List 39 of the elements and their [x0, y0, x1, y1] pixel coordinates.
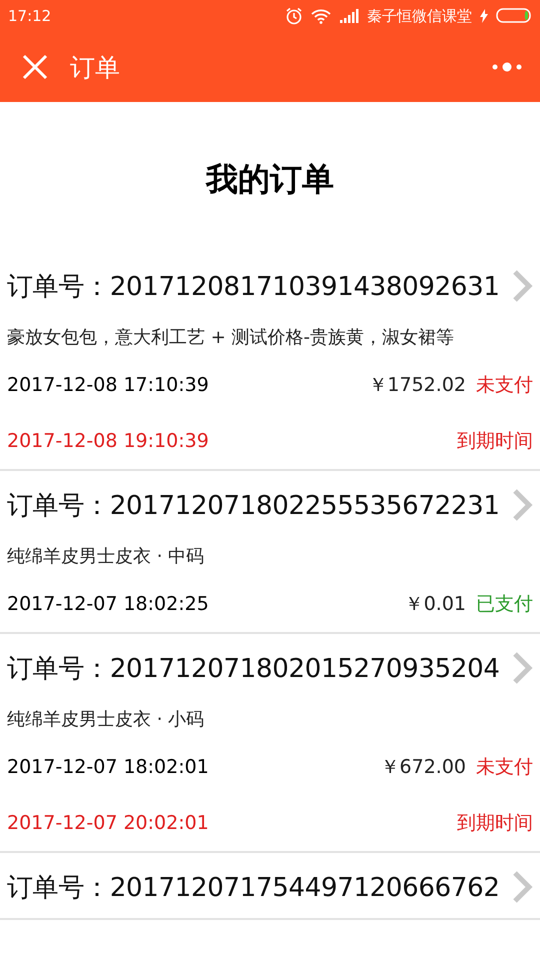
close-icon[interactable] [22, 54, 48, 80]
page-title: 我的订单 [204, 159, 335, 200]
deadline-label: 到期时间 [457, 429, 533, 454]
chevron-right-icon [511, 870, 533, 904]
wifi-icon [311, 8, 331, 24]
order-number-row[interactable]: 订单号：201712071754497120666762 [7, 856, 533, 918]
order-number: 订单号：201712081710391438092631 [7, 270, 500, 304]
order-price: ￥672.00 [380, 755, 466, 780]
order-number-row[interactable]: 订单号：201712071802255535672231 [7, 474, 533, 536]
battery-icon [496, 8, 532, 24]
order-price: ￥1752.02 [368, 373, 466, 398]
deadline-time: 2017-12-08 19:10:39 [7, 430, 209, 452]
header-title: 订单 [70, 52, 120, 84]
carrier-name: 秦子恒微信课堂 [367, 6, 472, 26]
chevron-right-icon [511, 488, 533, 522]
order-number: 订单号：201712071802255535672231 [7, 490, 500, 522]
order-time: 2017-12-07 18:02:25 [7, 593, 209, 615]
order-price: ￥0.01 [404, 592, 466, 617]
order-time: 2017-12-08 17:10:39 [7, 374, 209, 396]
order-number-row[interactable]: 订单号：201712081710391438092631 [7, 255, 533, 317]
order-time: 2017-12-07 18:02:01 [7, 756, 209, 778]
chevron-right-icon [511, 651, 533, 685]
product-name: 纯绵羊皮男士皮衣 · 小码 [7, 708, 206, 732]
signal-icon [339, 9, 359, 23]
product-name: 纯绵羊皮男士皮衣 · 中码 [7, 545, 206, 569]
deadline-label: 到期时间 [457, 811, 533, 836]
order-number: 订单号：201712071754497120666762 [7, 872, 500, 904]
payment-status: 未支付 [476, 373, 533, 398]
payment-status: 已支付 [476, 592, 533, 617]
alarm-icon [285, 7, 303, 25]
charging-icon [480, 9, 488, 23]
order-number: 订单号：201712071802015270935204 [7, 652, 500, 686]
product-name: 豪放女包包，意大利工艺 + 测试价格-贵族黄，淑女裙等 [7, 326, 456, 350]
more-icon[interactable] [492, 61, 522, 73]
order-number-row[interactable]: 订单号：201712071802015270935204 [7, 637, 533, 699]
payment-status: 未支付 [476, 755, 533, 780]
deadline-time: 2017-12-07 20:02:01 [7, 812, 209, 834]
chevron-right-icon [511, 269, 533, 303]
clock-time: 17:12 [8, 7, 52, 25]
